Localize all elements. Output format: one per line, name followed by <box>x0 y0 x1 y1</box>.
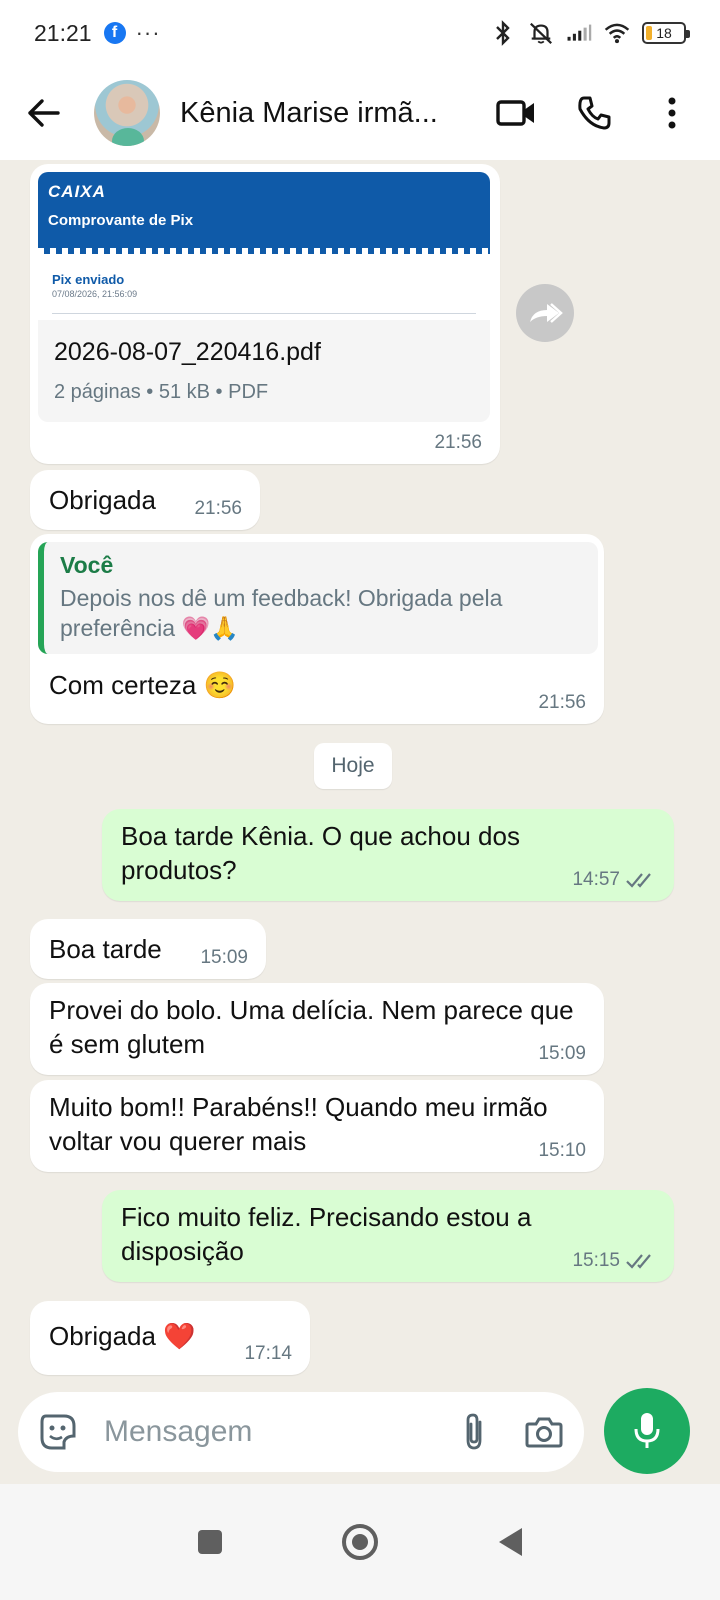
message-text: Fico muito feliz. Precisando estou a dis… <box>121 1202 532 1266</box>
quoted-message[interactable]: Você Depois nos dê um feedback! Obrigada… <box>38 542 598 654</box>
mute-icon <box>528 20 554 46</box>
signal-icon <box>566 20 592 46</box>
document-file-info: 2 páginas • 51 kB • PDF <box>54 381 269 403</box>
double-check-icon <box>626 1254 651 1269</box>
message-outgoing[interactable]: Boa tarde Kênia. O que achou dos produto… <box>102 809 674 901</box>
message-incoming[interactable]: Obrigada 21:56 <box>30 470 260 530</box>
message-incoming[interactable]: Obrigada ❤️ 17:14 <box>30 1301 310 1375</box>
message-incoming[interactable]: Boa tarde 15:09 <box>30 919 266 979</box>
document-preview: CAIXA Comprovante de Pix Pix enviado 07/… <box>38 172 490 320</box>
message-text: Obrigada <box>49 485 156 515</box>
battery-icon: 18 <box>642 22 690 44</box>
more-vert-icon[interactable] <box>652 93 692 133</box>
wifi-icon <box>604 20 630 46</box>
document-preview-date: 07/08/2026, 21:56:09 <box>52 289 138 299</box>
status-time: 21:21 <box>34 19 92 46</box>
sticker-icon[interactable] <box>36 1410 80 1454</box>
mic-icon <box>634 1413 660 1448</box>
camera-icon[interactable] <box>522 1410 566 1454</box>
message-time: 14:57 <box>572 869 620 890</box>
message-time: 15:15 <box>572 1250 620 1271</box>
status-bar: 21:21 f ··· 18 <box>0 0 720 66</box>
message-incoming-document[interactable]: CAIXA Comprovante de Pix Pix enviado 07/… <box>30 164 500 464</box>
document-card[interactable]: CAIXA Comprovante de Pix Pix enviado 07/… <box>38 172 490 422</box>
bluetooth-icon <box>490 20 516 46</box>
facebook-icon: f <box>103 22 126 44</box>
message-list[interactable]: CAIXA Comprovante de Pix Pix enviado 07/… <box>0 160 720 1400</box>
message-time: 15:09 <box>200 947 248 968</box>
back-icon[interactable] <box>490 1522 530 1562</box>
chat-header: Kênia Marise irmã... <box>0 66 720 160</box>
document-brand: CAIXA <box>48 182 106 201</box>
recents-icon[interactable] <box>190 1522 230 1562</box>
avatar[interactable] <box>94 80 160 146</box>
message-time: 15:09 <box>538 1043 586 1064</box>
forward-icon[interactable] <box>516 284 574 342</box>
message-text: Provei do bolo. Uma delícia. Nem parece … <box>49 995 574 1059</box>
phone-icon[interactable] <box>574 93 614 133</box>
message-time: 17:14 <box>244 1343 292 1364</box>
message-text: Muito bom!! Parabéns!! Quando meu irmão … <box>49 1092 548 1156</box>
message-time: 21:56 <box>538 692 586 713</box>
day-separator: Hoje <box>314 743 392 789</box>
quoted-text: Depois nos dê um feedback! Obrigada pela… <box>60 585 503 641</box>
message-incoming[interactable]: Provei do bolo. Uma delícia. Nem parece … <box>30 983 604 1075</box>
message-time: 21:56 <box>434 432 482 453</box>
message-time: 21:56 <box>194 498 242 519</box>
message-text: Boa tarde Kênia. O que achou dos produto… <box>121 821 520 885</box>
message-composer <box>18 1392 584 1472</box>
document-preview-status: Pix enviado <box>52 272 125 287</box>
message-text: Obrigada ❤️ <box>49 1321 196 1351</box>
message-text: Boa tarde <box>49 934 162 964</box>
home-icon[interactable] <box>340 1522 380 1562</box>
document-preview-title: Comprovante de Pix <box>48 212 194 229</box>
more-notifications-icon: ··· <box>135 20 161 45</box>
back-arrow-icon[interactable] <box>20 90 66 136</box>
contact-name[interactable]: Kênia Marise irmã... <box>180 97 460 130</box>
message-outgoing[interactable]: Fico muito feliz. Precisando estou a dis… <box>102 1190 674 1282</box>
message-time: 15:10 <box>538 1140 586 1161</box>
document-file-name: 2026-08-07_220416.pdf <box>54 338 321 366</box>
attach-icon[interactable] <box>452 1410 496 1454</box>
double-check-icon <box>626 873 651 888</box>
mic-button[interactable] <box>604 1388 690 1474</box>
message-text: Com certeza ☺️ <box>49 670 236 700</box>
quoted-author: Você <box>60 552 114 578</box>
message-incoming[interactable]: Muito bom!! Parabéns!! Quando meu irmão … <box>30 1080 604 1172</box>
system-nav-bar <box>0 1484 720 1600</box>
video-call-icon[interactable] <box>496 93 536 133</box>
message-incoming-reply[interactable]: Você Depois nos dê um feedback! Obrigada… <box>30 534 604 724</box>
battery-level: 18 <box>656 25 672 41</box>
message-input[interactable] <box>104 1415 424 1449</box>
